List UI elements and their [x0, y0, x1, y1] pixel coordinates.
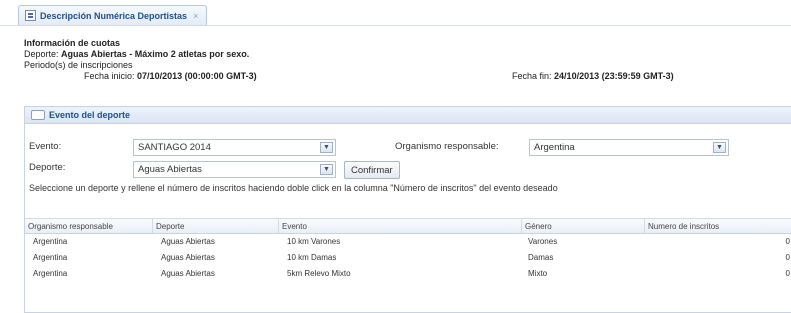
deporte-select[interactable]: Aguas Abiertas ▼: [133, 161, 336, 178]
cell-deporte: Aguas Abiertas: [161, 269, 215, 278]
chevron-down-icon[interactable]: ▼: [713, 142, 726, 153]
panel-title: Evento del deporte: [49, 110, 131, 120]
panel-header[interactable]: Evento del deporte: [25, 107, 791, 124]
cell-genero: Damas: [528, 253, 554, 262]
deporte-info-label: Deporte:: [24, 49, 59, 59]
instruction-text: Seleccione un deporte y rellene el númer…: [29, 183, 558, 193]
table-header: Organismo responsable Deporte Evento Gén…: [25, 218, 791, 234]
cell-organismo: Argentina: [33, 269, 68, 278]
column-header-evento[interactable]: Evento: [279, 219, 522, 233]
inscritos-table: Organismo responsable Deporte Evento Gén…: [25, 218, 791, 282]
periodo-label: Periodo(s) de inscripciones: [24, 60, 133, 70]
document-icon: [25, 10, 36, 21]
fecha-inicio: Fecha inicio: 07/10/2013 (00:00:00 GMT-3…: [84, 71, 257, 82]
deporte-select-label: Deporte:: [29, 162, 66, 173]
info-heading: Información de cuotas: [24, 38, 121, 48]
fechas-line: Fecha inicio: 07/10/2013 (00:00:00 GMT-3…: [24, 71, 764, 82]
column-header-deporte[interactable]: Deporte: [153, 219, 279, 233]
cell-evento: 5km Relevo Mixto: [287, 269, 351, 278]
cell-deporte: Aguas Abiertas: [161, 237, 215, 246]
fecha-fin: Fecha fin: 24/10/2013 (23:59:59 GMT-3): [512, 71, 674, 82]
tab-title: Descripción Numérica Deportistas: [40, 10, 188, 21]
organismo-label: Organismo responsable:: [395, 141, 499, 152]
evento-panel: Evento del deporte Evento: SANTIAGO 2014…: [24, 106, 791, 313]
organismo-select[interactable]: Argentina ▼: [529, 139, 729, 156]
tab-descripcion-numerica[interactable]: Descripción Numérica Deportistas ×: [18, 5, 208, 25]
cell-evento: 10 km Varones: [287, 237, 341, 246]
fecha-fin-label: Fecha fin:: [512, 71, 552, 81]
table-row[interactable]: Argentina Aguas Abiertas 5km Relevo Mixt…: [25, 266, 791, 282]
table-row[interactable]: Argentina Aguas Abiertas 10 km Varones V…: [25, 234, 791, 250]
evento-label: Evento:: [29, 141, 62, 152]
collapse-icon[interactable]: [31, 110, 45, 120]
cell-deporte: Aguas Abiertas: [161, 253, 215, 262]
deporte-select-value: Aguas Abiertas: [138, 164, 202, 175]
cell-evento: 10 km Damas: [287, 253, 337, 262]
cell-organismo: Argentina: [33, 237, 68, 246]
evento-form: Evento: SANTIAGO 2014 ▼ Organismo respon…: [25, 124, 791, 196]
deporte-line: Deporte: Aguas Abiertas - Máximo 2 atlet…: [24, 49, 764, 60]
organismo-select-value: Argentina: [534, 142, 575, 153]
cell-inscritos[interactable]: 0: [645, 250, 791, 266]
info-section: Información de cuotas Deporte: Aguas Abi…: [24, 38, 764, 82]
evento-select[interactable]: SANTIAGO 2014 ▼: [133, 139, 336, 156]
table-row[interactable]: Argentina Aguas Abiertas 10 km Damas Dam…: [25, 250, 791, 266]
tab-bar: Descripción Numérica Deportistas ×: [0, 0, 791, 26]
fecha-fin-value: 24/10/2013 (23:59:59 GMT-3): [554, 71, 674, 81]
column-header-genero[interactable]: Género: [522, 219, 645, 233]
chevron-down-icon[interactable]: ▼: [320, 164, 333, 175]
cell-inscritos[interactable]: 0: [645, 234, 791, 250]
close-icon[interactable]: ×: [193, 11, 198, 21]
cell-genero: Varones: [528, 237, 558, 246]
fecha-inicio-label: Fecha inicio:: [84, 71, 135, 81]
cell-organismo: Argentina: [33, 253, 68, 262]
fecha-inicio-value: 07/10/2013 (00:00:00 GMT-3): [137, 71, 257, 81]
evento-select-value: SANTIAGO 2014: [138, 142, 211, 153]
deporte-info-value: Aguas Abiertas - Máximo 2 atletas por se…: [61, 49, 250, 59]
confirm-button[interactable]: Confirmar: [344, 161, 400, 179]
cell-inscritos[interactable]: 0: [645, 266, 791, 282]
column-header-organismo[interactable]: Organismo responsable: [25, 219, 153, 233]
cell-genero: Mixto: [528, 269, 548, 278]
chevron-down-icon[interactable]: ▼: [320, 142, 333, 153]
column-header-inscritos[interactable]: Numero de inscritos: [645, 219, 791, 233]
